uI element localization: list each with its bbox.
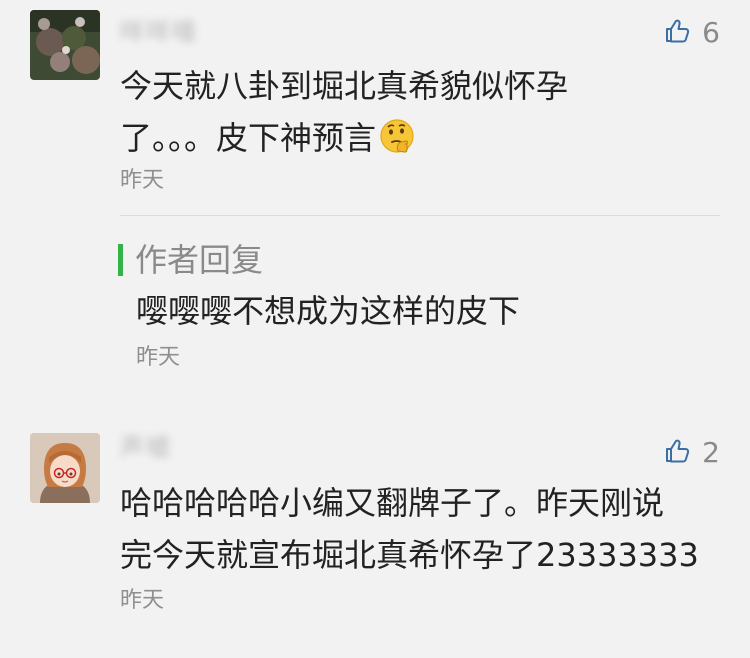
thumbs-up-icon	[664, 17, 692, 49]
username: 咩咩嘻	[120, 18, 198, 46]
comment-text: 今天就八卦到堀北真希貌似怀孕 了。。。皮下神预言	[120, 60, 710, 164]
thinking-face-icon	[378, 117, 416, 155]
comment-text-line: 了。。。皮下神预言	[120, 112, 710, 164]
like-button[interactable]: 2	[664, 433, 720, 473]
author-reply-label: 作者回复	[135, 241, 264, 279]
comment-time: 昨天	[120, 168, 165, 193]
like-button[interactable]: 6	[664, 13, 720, 53]
avatar[interactable]	[30, 10, 100, 80]
like-count: 2	[702, 436, 720, 469]
comment-text-segment: 了。。。皮下神预言	[120, 119, 377, 157]
comment-time: 昨天	[120, 588, 165, 613]
author-reply-text: 嘤嘤嘤不想成为这样的皮下	[136, 292, 521, 330]
thumbs-up-icon	[664, 437, 692, 469]
avatar-image	[30, 10, 100, 80]
author-reply-time: 昨天	[136, 345, 181, 370]
comment-text-line: 完今天就宣布堀北真希怀孕了23333333	[120, 536, 699, 574]
avatar[interactable]	[30, 433, 100, 503]
comment-text-line: 哈哈哈哈哈小编又翻牌子了。昨天刚说	[120, 484, 665, 522]
comment-text: 哈哈哈哈哈小编又翻牌子了。昨天刚说 完今天就宣布堀北真希怀孕了23333333	[120, 477, 710, 581]
avatar-image	[30, 433, 100, 503]
like-count: 6	[702, 16, 720, 49]
username: 声嘘	[120, 433, 172, 461]
divider	[120, 215, 720, 216]
comment-item: 咩咩嘻 6 今天就八卦到堀北真希貌似怀孕 了。。。皮下神预言 昨天 作者回复 嘤…	[0, 0, 750, 410]
reply-accent-bar	[118, 244, 123, 276]
comment-text-line: 今天就八卦到堀北真希貌似怀孕	[120, 67, 569, 105]
author-reply-header: 作者回复	[118, 238, 263, 282]
